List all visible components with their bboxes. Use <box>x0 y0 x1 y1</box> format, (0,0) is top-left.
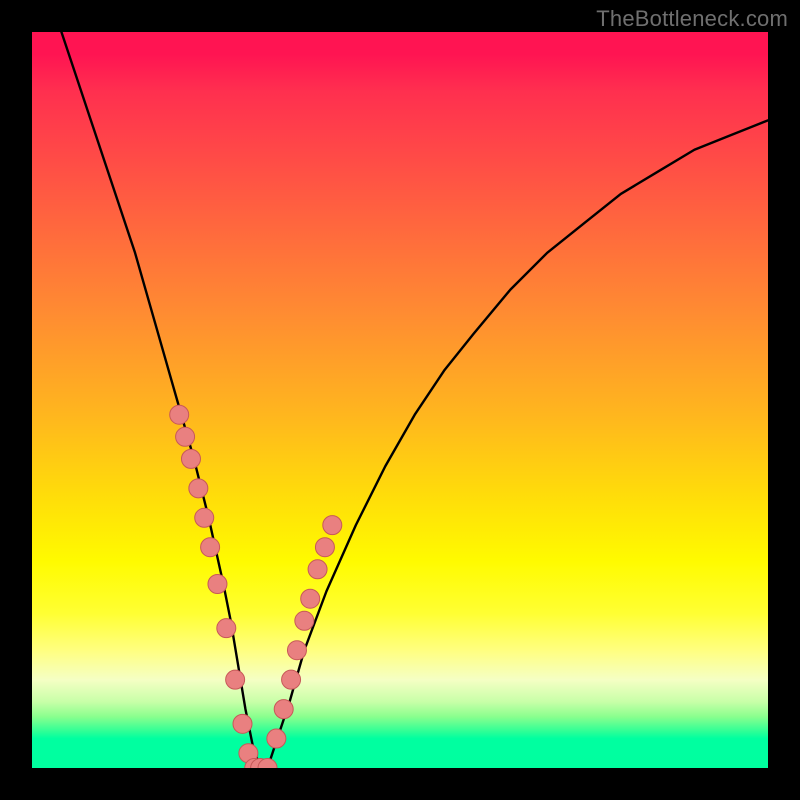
scatter-point <box>323 516 342 535</box>
bottleneck-curve <box>61 32 768 768</box>
scatter-point <box>267 729 286 748</box>
scatter-point <box>189 479 208 498</box>
scatter-point <box>308 560 327 579</box>
plot-svg <box>32 32 768 768</box>
scatter-point <box>170 405 189 424</box>
scatter-point <box>233 714 252 733</box>
chart-stage: TheBottleneck.com <box>0 0 800 800</box>
plot-area <box>32 32 768 768</box>
scatter-point <box>274 700 293 719</box>
scatter-point <box>301 589 320 608</box>
scatter-point <box>217 619 236 638</box>
scatter-point <box>287 641 306 660</box>
watermark-text: TheBottleneck.com <box>596 6 788 32</box>
scatter-point <box>226 670 245 689</box>
scatter-point <box>176 427 195 446</box>
scatter-points <box>170 405 342 768</box>
scatter-point <box>208 575 227 594</box>
scatter-point <box>201 538 220 557</box>
scatter-point <box>195 508 214 527</box>
scatter-point <box>295 611 314 630</box>
scatter-point <box>315 538 334 557</box>
scatter-point <box>181 449 200 468</box>
scatter-point <box>282 670 301 689</box>
